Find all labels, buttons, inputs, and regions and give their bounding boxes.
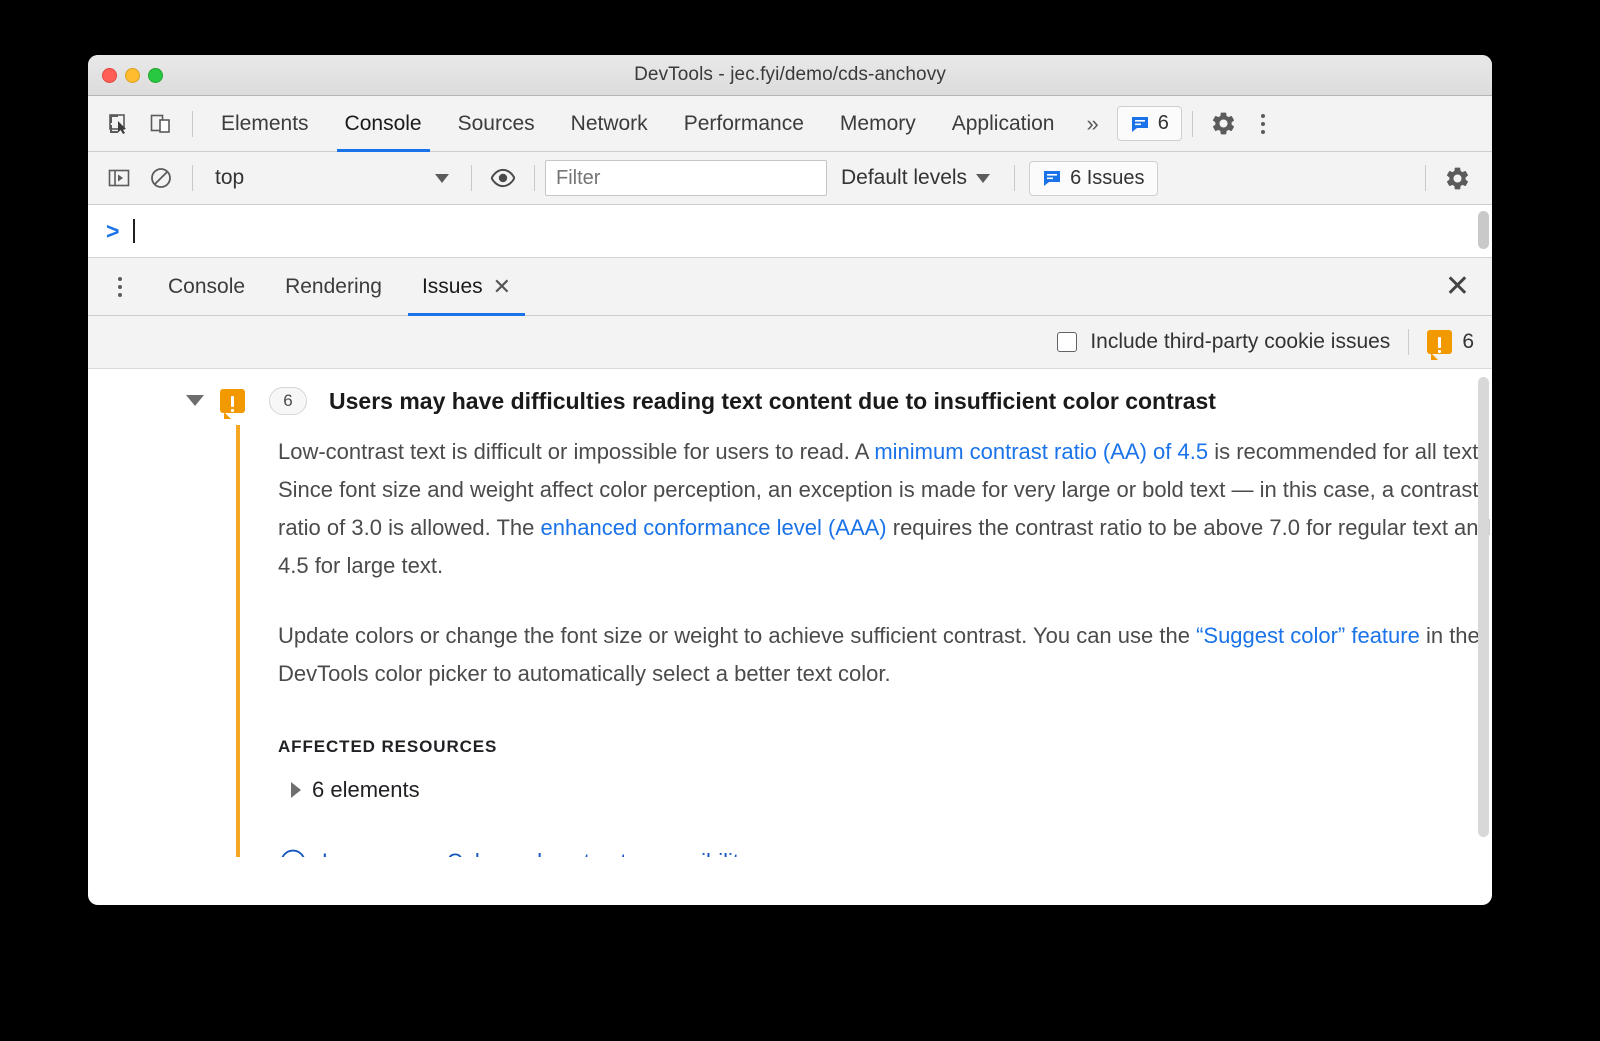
tab-label: Sources [457, 111, 535, 135]
issues-list: 6 Users may have difficulties reading te… [88, 369, 1492, 857]
console-sidebar-icon[interactable] [98, 157, 140, 199]
filter-divider-5 [1425, 165, 1426, 191]
tab-label: Memory [839, 111, 916, 135]
third-party-cookie-label: Include third-party cookie issues [1090, 330, 1391, 353]
drawer-tab-label: Console [168, 274, 246, 298]
tab-label: Console [344, 111, 422, 135]
filter-divider-3 [534, 165, 535, 191]
arrow-circle-right-icon [281, 849, 305, 857]
console-text-caret [133, 219, 136, 243]
console-prompt-arrow: > [106, 217, 120, 244]
gear-icon[interactable] [1203, 103, 1245, 145]
drawer-tab-rendering[interactable]: Rendering [265, 258, 402, 316]
tab-application[interactable]: Application [934, 96, 1073, 152]
filter-divider-4 [1014, 165, 1016, 191]
more-tabs-icon[interactable]: » [1072, 111, 1112, 137]
console-scrollbar[interactable] [1478, 211, 1489, 249]
issue-paragraph-2: Update colors or change the font size or… [278, 617, 1492, 693]
warning-bubble-icon [1427, 330, 1453, 360]
tab-label: Network [570, 111, 648, 135]
issue-detail-body: Low-contrast text is difficult or imposs… [236, 425, 1492, 857]
device-toolbar-icon[interactable] [140, 103, 182, 145]
main-toolbar: Elements Console Sources Network Perform… [88, 96, 1492, 152]
tab-elements[interactable]: Elements [203, 96, 327, 152]
issues-count-button[interactable]: 6 Issues [1029, 160, 1158, 196]
console-filter-toolbar: top Default levels 6 Issues [88, 152, 1492, 205]
drawer-tab-console[interactable]: Console [148, 258, 265, 316]
third-party-cookie-checkbox[interactable] [1057, 332, 1078, 352]
warning-bubble-icon [220, 389, 245, 419]
issue-collapse-triangle-icon[interactable] [186, 395, 204, 406]
window-title: DevTools - jec.fyi/demo/cds-anchovy [634, 64, 946, 85]
tab-console[interactable]: Console [327, 96, 440, 152]
execution-context-select[interactable]: top [203, 161, 461, 195]
issue-row-header[interactable]: 6 Users may have difficulties reading te… [88, 369, 1492, 425]
drawer-tab-label: Issues [421, 274, 483, 298]
learn-more-link[interactable]: Learn more: Color and contrast accessibi… [322, 849, 750, 857]
enhanced-conformance-link[interactable]: enhanced conformance level (AAA) [541, 515, 887, 540]
minimum-contrast-ratio-link[interactable]: minimum contrast ratio (AA) of 4.5 [874, 439, 1208, 464]
close-drawer-icon[interactable]: ✕ [1445, 271, 1478, 302]
drawer-tab-label: Rendering [285, 274, 382, 298]
filter-divider-1 [192, 165, 193, 191]
inspect-element-icon[interactable] [98, 103, 140, 145]
drawer-menu-vertical-dots-icon[interactable] [102, 267, 138, 307]
issue-p2-part1: Update colors or change the font size or… [278, 623, 1197, 648]
learn-more-row[interactable]: Learn more: Color and contrast accessibi… [278, 847, 1492, 857]
issues-message-icon [1044, 171, 1061, 186]
affected-resources-label: 6 elements [312, 777, 420, 802]
issues-toolbar-divider [1408, 329, 1410, 355]
toolbar-divider [192, 110, 193, 137]
vertical-dots-icon[interactable] [1245, 104, 1281, 144]
tab-label: Performance [683, 111, 804, 135]
issue-paragraph-1: Low-contrast text is difficult or imposs… [278, 433, 1492, 585]
execution-context-value: top [215, 166, 245, 189]
live-expression-icon[interactable] [482, 157, 524, 199]
chevron-down-icon [976, 173, 991, 183]
issues-scrollbar[interactable] [1478, 377, 1489, 837]
suggest-color-feature-link[interactable]: “Suggest color” feature [1196, 623, 1420, 648]
tab-memory[interactable]: Memory [822, 96, 934, 152]
issues-badge-button[interactable]: 6 [1116, 106, 1182, 141]
chevron-down-icon [435, 173, 449, 183]
clear-console-icon[interactable] [140, 157, 182, 199]
log-levels-select[interactable]: Default levels [827, 166, 1004, 190]
devtools-window: DevTools - jec.fyi/demo/cds-anchovy Elem… [88, 55, 1492, 905]
tab-network[interactable]: Network [553, 96, 666, 152]
issues-toolbar: Include third-party cookie issues 6 [88, 316, 1492, 369]
tab-performance[interactable]: Performance [666, 96, 822, 152]
console-settings-gear-icon[interactable] [1436, 157, 1478, 199]
issues-warning-count: 6 [1462, 330, 1474, 353]
issues-message-icon [1131, 116, 1148, 132]
filter-input[interactable] [545, 160, 827, 196]
issue-count-pill: 6 [269, 387, 307, 415]
third-party-cookie-checkbox-row[interactable]: Include third-party cookie issues [1057, 330, 1390, 354]
issue-title: Users may have difficulties reading text… [329, 387, 1216, 414]
issue-p1-part1: Low-contrast text is difficult or imposs… [278, 439, 875, 464]
console-prompt-row[interactable]: > [88, 205, 1492, 258]
affected-resources-row[interactable]: 6 elements [278, 777, 1492, 803]
issues-badge-count: 6 [1157, 112, 1169, 134]
tab-sources[interactable]: Sources [440, 96, 553, 152]
window-titlebar: DevTools - jec.fyi/demo/cds-anchovy [88, 55, 1492, 96]
expand-triangle-icon[interactable] [291, 782, 301, 798]
log-levels-value: Default levels [841, 166, 968, 189]
close-tab-icon[interactable]: ✕ [493, 275, 511, 298]
toolbar-divider-2 [1191, 110, 1193, 137]
tab-label: Application [951, 111, 1055, 135]
tab-label: Elements [221, 111, 309, 135]
affected-resources-heading: AFFECTED RESOURCES [278, 737, 498, 756]
filter-divider-2 [471, 165, 472, 191]
issues-count-label: 6 Issues [1070, 166, 1145, 189]
drawer-tabbar: Console Rendering Issues ✕ ✕ [88, 258, 1492, 316]
drawer-tab-issues[interactable]: Issues ✕ [402, 258, 531, 316]
